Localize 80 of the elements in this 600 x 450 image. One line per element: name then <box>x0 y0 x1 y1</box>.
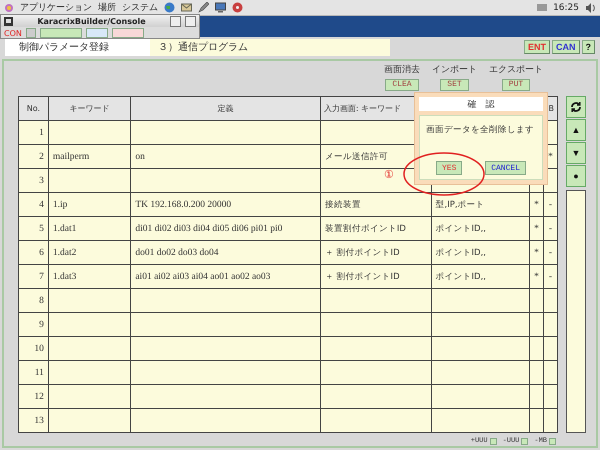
keyboard-icon[interactable] <box>537 4 548 11</box>
row-number: 10 <box>18 336 48 360</box>
table-cell: 1.dat2 <box>48 240 131 264</box>
mail-icon[interactable] <box>181 2 192 13</box>
step-marker: ① <box>384 168 394 181</box>
table-cell: do01 do02 do03 do04 <box>130 240 320 264</box>
footer-button[interactable] <box>521 438 528 444</box>
close-button[interactable] <box>185 16 196 26</box>
table-cell: 1.ip <box>48 192 131 216</box>
row-number: 2 <box>18 144 48 168</box>
table-cell: ai01 ai02 ai03 ai04 ao01 ao02 ao03 <box>130 264 320 288</box>
column-header: キーワード <box>48 96 131 120</box>
footer-button[interactable] <box>549 438 556 444</box>
table-cell: on <box>130 144 320 168</box>
table-cell: ポイントID,, <box>431 264 530 288</box>
table-cell: 1.dat3 <box>48 264 131 288</box>
menu-item[interactable]: 場所 <box>98 1 116 14</box>
action-caption: インポート <box>432 64 477 76</box>
table-cell: 装置割付ポイントID <box>320 216 432 240</box>
table-cell: di01 di02 di03 di04 di05 di06 pi01 pi0 <box>130 216 320 240</box>
row-number: 3 <box>18 168 48 192</box>
screen-title: 制御パラメータ登録 <box>5 38 150 56</box>
table-cell: - <box>543 216 558 240</box>
row-number: 11 <box>18 360 48 384</box>
row-number: 9 <box>18 312 48 336</box>
row-number: 12 <box>18 384 48 408</box>
speaker-icon[interactable] <box>585 2 596 12</box>
dialog-title: 確 認 <box>419 97 543 111</box>
action-caption: 画面消去 <box>384 64 420 76</box>
table-cell: * <box>529 216 544 240</box>
action-button[interactable]: SET <box>440 79 469 91</box>
scroll-up-button[interactable]: ▲ <box>566 119 586 141</box>
minimize-button[interactable] <box>170 16 181 26</box>
table-cell: - <box>543 192 558 216</box>
table-cell: mailperm <box>48 144 131 168</box>
menu-item[interactable]: システム <box>122 1 158 14</box>
screen-subtitle: ３）通信プログラム <box>150 38 390 56</box>
table-cell: * <box>529 264 544 288</box>
action-button[interactable]: CLEA <box>385 79 419 91</box>
toolbar-label: CON <box>4 28 22 38</box>
cancel-button[interactable]: CAN <box>552 40 580 54</box>
pen-icon[interactable] <box>198 2 209 13</box>
position-button[interactable]: ● <box>566 165 586 187</box>
column-header: 定義 <box>130 96 320 120</box>
cancel-button[interactable]: CANCEL <box>485 161 526 175</box>
action-caption: エクスポート <box>489 64 543 76</box>
row-number: 5 <box>18 216 48 240</box>
footer-button[interactable] <box>490 438 497 444</box>
table-cell: 1.dat1 <box>48 216 131 240</box>
monitor-icon[interactable] <box>215 2 226 13</box>
row-number: 4 <box>18 192 48 216</box>
row-number: 6 <box>18 240 48 264</box>
row-number: 7 <box>18 264 48 288</box>
help-button[interactable]: ? <box>582 40 595 54</box>
scroll-down-button[interactable]: ▼ <box>566 142 586 164</box>
table-cell: ポイントID,, <box>431 216 530 240</box>
table-cell: - <box>543 240 558 264</box>
refresh-icon <box>570 101 582 113</box>
terminal-icon <box>4 16 13 26</box>
window-title: KaracrixBuilder/Console <box>36 16 147 26</box>
table-cell: 接続装置 <box>320 192 432 216</box>
column-header: No. <box>18 96 48 120</box>
row-number: 8 <box>18 288 48 312</box>
row-number: 1 <box>18 120 48 144</box>
table-cell: * <box>529 240 544 264</box>
table-cell: - <box>543 264 558 288</box>
table-cell: 型,IP,ポート <box>431 192 530 216</box>
menu-item[interactable]: アプリケーション <box>20 1 92 14</box>
table-cell: * <box>529 192 544 216</box>
table-cell: ポイントID,, <box>431 240 530 264</box>
refresh-button[interactable] <box>566 96 586 118</box>
table-cell: ＋ 割付ポイントID <box>320 264 432 288</box>
row-number: 13 <box>18 408 48 432</box>
dialog-message: 画面データを全削除します <box>426 124 535 136</box>
table-cell: ＋ 割付ポイントID <box>320 240 432 264</box>
table-cell: TK 192.168.0.200 20000 <box>130 192 320 216</box>
clock[interactable]: 16:25 <box>553 2 579 12</box>
globe-icon[interactable] <box>164 2 175 13</box>
disc-icon[interactable] <box>232 2 243 13</box>
action-button[interactable]: PUT <box>502 79 530 91</box>
